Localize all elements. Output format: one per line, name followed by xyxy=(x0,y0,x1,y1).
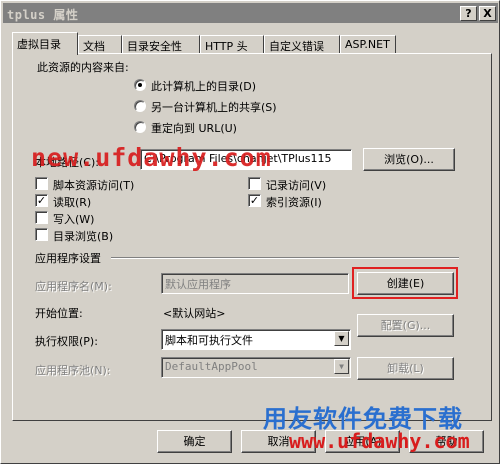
create-button[interactable]: 创建(E) xyxy=(357,272,454,295)
browse-button[interactable]: 浏览(O)... xyxy=(363,148,455,171)
properties-dialog: tplus 属性 ? X 虚拟目录 文档 目录安全性 HTTP 头 自定义错误 … xyxy=(0,0,500,464)
tab-custom-errors[interactable]: 自定义错误 xyxy=(264,35,340,54)
app-settings-title: 应用程序设置 xyxy=(35,252,101,265)
tab-documents[interactable]: 文档 xyxy=(78,35,122,54)
execute-permissions-select[interactable]: 脚本和可执行文件 ▼ xyxy=(161,329,351,350)
checkbox-log-visits[interactable] xyxy=(248,177,261,190)
checkbox-directory-browsing[interactable] xyxy=(35,228,48,241)
app-pool-select[interactable]: DefaultAppPool ▼ xyxy=(161,357,351,378)
app-pool-value: DefaultAppPool xyxy=(165,360,258,373)
checkbox-script-source[interactable] xyxy=(35,177,48,190)
checkbox-index-resource[interactable]: ✓ xyxy=(248,194,261,207)
watermark-brand-url: www.ufdawhy.com xyxy=(289,429,470,453)
window-title: tplus 属性 xyxy=(7,8,79,22)
app-name-input[interactable]: 默认应用程序 xyxy=(161,273,349,294)
checkbox-write-label[interactable]: 写入(W) xyxy=(53,211,94,227)
radio-network-share[interactable] xyxy=(134,100,146,112)
tab-directory-security[interactable]: 目录安全性 xyxy=(122,35,200,54)
execute-permissions-value: 脚本和可执行文件 xyxy=(165,334,253,347)
ok-button[interactable]: 确定 xyxy=(157,430,232,453)
checkbox-script-source-label[interactable]: 脚本资源访问(T) xyxy=(53,177,134,193)
radio-network-share-label[interactable]: 另一台计算机上的共享(S) xyxy=(151,99,277,115)
section-divider xyxy=(111,257,459,259)
checkbox-read[interactable]: ✓ xyxy=(35,194,48,207)
checkbox-index-resource-label[interactable]: 索引资源(I) xyxy=(266,194,322,210)
tab-http-headers[interactable]: HTTP 头 xyxy=(200,35,264,54)
tab-virtual-directory[interactable]: 虚拟目录 xyxy=(12,32,78,55)
execute-permissions-label: 执行权限(P): xyxy=(35,335,98,348)
source-heading: 此资源的内容来自: xyxy=(37,61,129,74)
radio-redirect-url-label[interactable]: 重定向到 URL(U) xyxy=(151,120,237,136)
checkbox-log-visits-label[interactable]: 记录访问(V) xyxy=(266,177,326,193)
help-title-button[interactable]: ? xyxy=(460,6,477,21)
start-point-value: <默认网站> xyxy=(163,307,226,320)
checkbox-write[interactable] xyxy=(35,211,48,224)
title-bar[interactable]: tplus 属性 ? X xyxy=(3,3,498,23)
chevron-down-icon[interactable]: ▼ xyxy=(334,331,349,346)
radio-redirect-url[interactable] xyxy=(134,121,146,133)
checkbox-directory-browsing-label[interactable]: 目录浏览(B) xyxy=(53,228,113,244)
app-pool-label: 应用程序池(N): xyxy=(35,364,111,377)
chevron-down-icon[interactable]: ▼ xyxy=(334,359,349,374)
start-point-label: 开始位置: xyxy=(35,307,83,320)
checkbox-read-label[interactable]: 读取(R) xyxy=(53,194,91,210)
radio-local-directory-label[interactable]: 此计算机上的目录(D) xyxy=(151,78,256,94)
unload-button[interactable]: 卸载(L) xyxy=(357,357,454,380)
watermark-url: new.ufdawhy.com xyxy=(31,143,272,172)
configure-button[interactable]: 配置(G)... xyxy=(357,314,454,337)
tab-aspnet[interactable]: ASP.NET xyxy=(340,35,396,54)
radio-local-directory[interactable] xyxy=(134,79,146,91)
close-icon[interactable]: X xyxy=(479,6,496,21)
app-name-label: 应用程序名(M): xyxy=(35,280,112,293)
